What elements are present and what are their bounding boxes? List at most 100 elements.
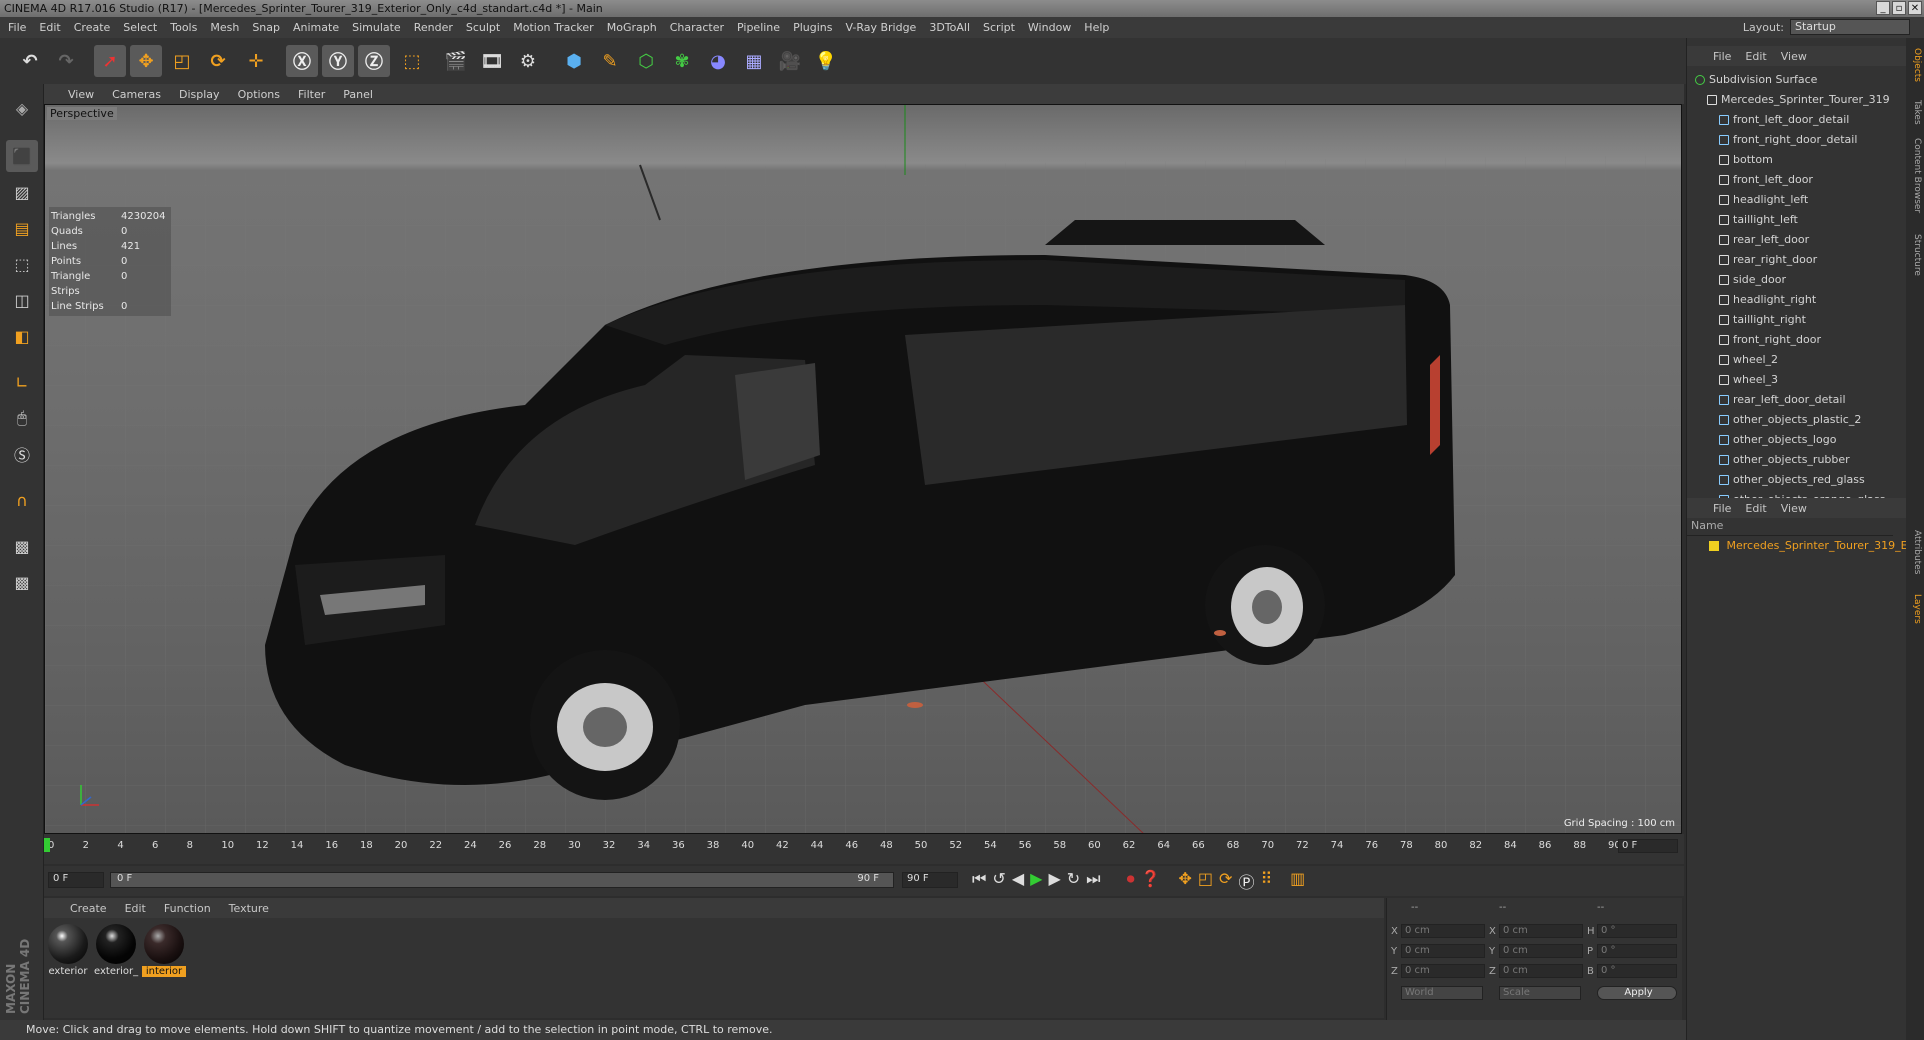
menu-sculpt[interactable]: Sculpt bbox=[466, 21, 500, 34]
floor-icon[interactable]: ▦ bbox=[738, 45, 770, 77]
maximize-button[interactable]: ▫ bbox=[1892, 1, 1906, 15]
deformer-icon[interactable]: ◕ bbox=[702, 45, 734, 77]
material-menu-edit[interactable]: Edit bbox=[125, 902, 146, 915]
object-row[interactable]: Mercedes_Sprinter_Tourer_319 bbox=[1687, 90, 1893, 110]
key-position-icon[interactable]: ✥ bbox=[1179, 869, 1192, 893]
coordinate-system-icon[interactable]: ⬚ bbox=[396, 45, 428, 77]
viewport-menu-panel[interactable]: Panel bbox=[343, 88, 373, 101]
points-mode-icon[interactable]: ⬚ bbox=[6, 248, 38, 280]
material-menu-create[interactable]: Create bbox=[70, 902, 107, 915]
layout-dropdown[interactable]: Startup bbox=[1790, 19, 1910, 35]
layer-menu-edit[interactable]: Edit bbox=[1745, 502, 1766, 515]
edges-mode-icon[interactable]: ◫ bbox=[6, 284, 38, 316]
scale-tool-icon[interactable]: ◰ bbox=[166, 45, 198, 77]
viewport-menu-view[interactable]: View bbox=[68, 88, 94, 101]
y-axis-lock-icon[interactable]: Ⓨ bbox=[322, 45, 354, 77]
menu-animate[interactable]: Animate bbox=[293, 21, 339, 34]
material-menu-texture[interactable]: Texture bbox=[229, 902, 269, 915]
object-row[interactable]: headlight_left bbox=[1687, 190, 1893, 210]
tab-structure[interactable]: Structure bbox=[1908, 234, 1922, 276]
rotation-p-field[interactable]: 0 ° bbox=[1597, 944, 1677, 958]
menu-select[interactable]: Select bbox=[123, 21, 157, 34]
render-settings-icon[interactable]: ⚙ bbox=[512, 45, 544, 77]
material-menu-function[interactable]: Function bbox=[164, 902, 211, 915]
menu-file[interactable]: File bbox=[8, 21, 26, 34]
next-key-icon[interactable]: ↻ bbox=[1067, 869, 1080, 893]
object-menu-view[interactable]: View bbox=[1781, 50, 1807, 63]
spline-pen-icon[interactable]: ✎ bbox=[594, 45, 626, 77]
end-frame-field[interactable]: 90 F bbox=[902, 872, 958, 888]
solo-icon[interactable]: Ⓢ bbox=[6, 438, 38, 470]
menu-simulate[interactable]: Simulate bbox=[352, 21, 401, 34]
array-icon[interactable]: ✾ bbox=[666, 45, 698, 77]
polygons-mode-icon[interactable]: ◧ bbox=[6, 320, 38, 352]
make-editable-icon[interactable]: ◈ bbox=[6, 92, 38, 124]
tweak-mode-icon[interactable]: 🖱 bbox=[6, 402, 38, 434]
select-tool-icon[interactable]: ➚ bbox=[94, 45, 126, 77]
object-menu-file[interactable]: File bbox=[1713, 50, 1731, 63]
menu-help[interactable]: Help bbox=[1084, 21, 1109, 34]
rotation-b-field[interactable]: 0 ° bbox=[1597, 964, 1677, 978]
size-y-field[interactable]: 0 cm bbox=[1499, 944, 1583, 958]
frame-range-slider[interactable]: 0 F 90 F bbox=[110, 872, 894, 888]
timeline-ruler[interactable]: 0 2 4 6 8 10 12 14 16 18 20 22 24 26 28 30 32 34 36 38 40 42 4… bbox=[44, 834, 1684, 864]
key-parameter-icon[interactable]: Ⓟ bbox=[1238, 869, 1254, 893]
render-picture-viewer-icon[interactable]: 🎞 bbox=[476, 45, 508, 77]
subdivision-surface-icon[interactable]: ⬡ bbox=[630, 45, 662, 77]
minimize-button[interactable]: _ bbox=[1876, 1, 1890, 15]
workplane-lock-icon[interactable]: ▩ bbox=[6, 530, 38, 562]
layer-item[interactable]: Mercedes_Sprinter_Tourer_319_Ext bbox=[1687, 536, 1918, 556]
tab-attributes[interactable]: Attributes bbox=[1908, 530, 1922, 574]
timeline-playhead[interactable] bbox=[44, 838, 50, 852]
light-icon[interactable]: 💡 bbox=[810, 45, 842, 77]
menu-script[interactable]: Script bbox=[983, 21, 1015, 34]
key-rotation-icon[interactable]: ⟳ bbox=[1219, 869, 1232, 893]
live-select-icon[interactable]: ✛ bbox=[240, 45, 272, 77]
world-dropdown[interactable]: World bbox=[1401, 986, 1483, 1000]
object-row[interactable]: headlight_right bbox=[1687, 290, 1893, 310]
play-icon[interactable]: ▶ bbox=[1030, 869, 1042, 893]
timeline-window-icon[interactable]: ▥ bbox=[1290, 869, 1305, 893]
camera-icon[interactable]: 🎥 bbox=[774, 45, 806, 77]
snap-icon[interactable]: ∩ bbox=[6, 484, 38, 516]
workplane-align-icon[interactable]: ▩ bbox=[6, 566, 38, 598]
menu-pipeline[interactable]: Pipeline bbox=[737, 21, 780, 34]
record-keys-icon[interactable]: ⏺ bbox=[1127, 869, 1135, 893]
object-row[interactable]: bottom bbox=[1687, 150, 1893, 170]
menu-vray-bridge[interactable]: V-Ray Bridge bbox=[845, 21, 916, 34]
menu-create[interactable]: Create bbox=[74, 21, 111, 34]
go-to-end-icon[interactable]: ⏭ bbox=[1086, 869, 1100, 893]
object-row[interactable]: taillight_right bbox=[1687, 310, 1893, 330]
workplane-icon[interactable]: ▤ bbox=[6, 212, 38, 244]
viewport-menu-cameras[interactable]: Cameras bbox=[112, 88, 161, 101]
menu-edit[interactable]: Edit bbox=[39, 21, 60, 34]
layer-menu-file[interactable]: File bbox=[1713, 502, 1731, 515]
key-scale-icon[interactable]: ◰ bbox=[1198, 869, 1213, 893]
tab-layers[interactable]: Layers bbox=[1908, 594, 1922, 624]
object-row[interactable]: taillight_left bbox=[1687, 210, 1893, 230]
3d-viewport[interactable]: Perspective Triangles 4230204 Quads 0 Line… bbox=[44, 104, 1682, 834]
go-to-start-icon[interactable]: ⏮ bbox=[972, 869, 986, 893]
cube-object-icon[interactable]: ⬢ bbox=[558, 45, 590, 77]
move-tool-icon[interactable]: ✥ bbox=[130, 45, 162, 77]
object-row[interactable]: side_door bbox=[1687, 270, 1893, 290]
autokey-icon[interactable]: ❓ bbox=[1141, 869, 1161, 893]
size-x-field[interactable]: 0 cm bbox=[1499, 924, 1583, 938]
object-row[interactable]: front_right_door bbox=[1687, 330, 1893, 350]
menu-window[interactable]: Window bbox=[1028, 21, 1071, 34]
menu-mograph[interactable]: MoGraph bbox=[607, 21, 657, 34]
model-mode-icon[interactable]: ⬛ bbox=[6, 140, 38, 172]
object-row[interactable]: Subdivision Surface bbox=[1687, 70, 1893, 90]
rotate-tool-icon[interactable]: ⟳ bbox=[202, 45, 234, 77]
scale-dropdown[interactable]: Scale bbox=[1499, 986, 1581, 1000]
object-row[interactable]: wheel_2 bbox=[1687, 350, 1893, 370]
render-view-icon[interactable]: 🎬 bbox=[440, 45, 472, 77]
axis-mode-icon[interactable]: ∟ bbox=[6, 366, 38, 398]
object-row[interactable]: front_right_door_detail bbox=[1687, 130, 1893, 150]
object-row[interactable]: other_objects_rubber bbox=[1687, 450, 1893, 470]
menu-tools[interactable]: Tools bbox=[170, 21, 197, 34]
viewport-menu-filter[interactable]: Filter bbox=[298, 88, 325, 101]
material-swatch-exterior[interactable]: exterior bbox=[46, 924, 90, 984]
position-x-field[interactable]: 0 cm bbox=[1401, 924, 1485, 938]
position-z-field[interactable]: 0 cm bbox=[1401, 964, 1485, 978]
